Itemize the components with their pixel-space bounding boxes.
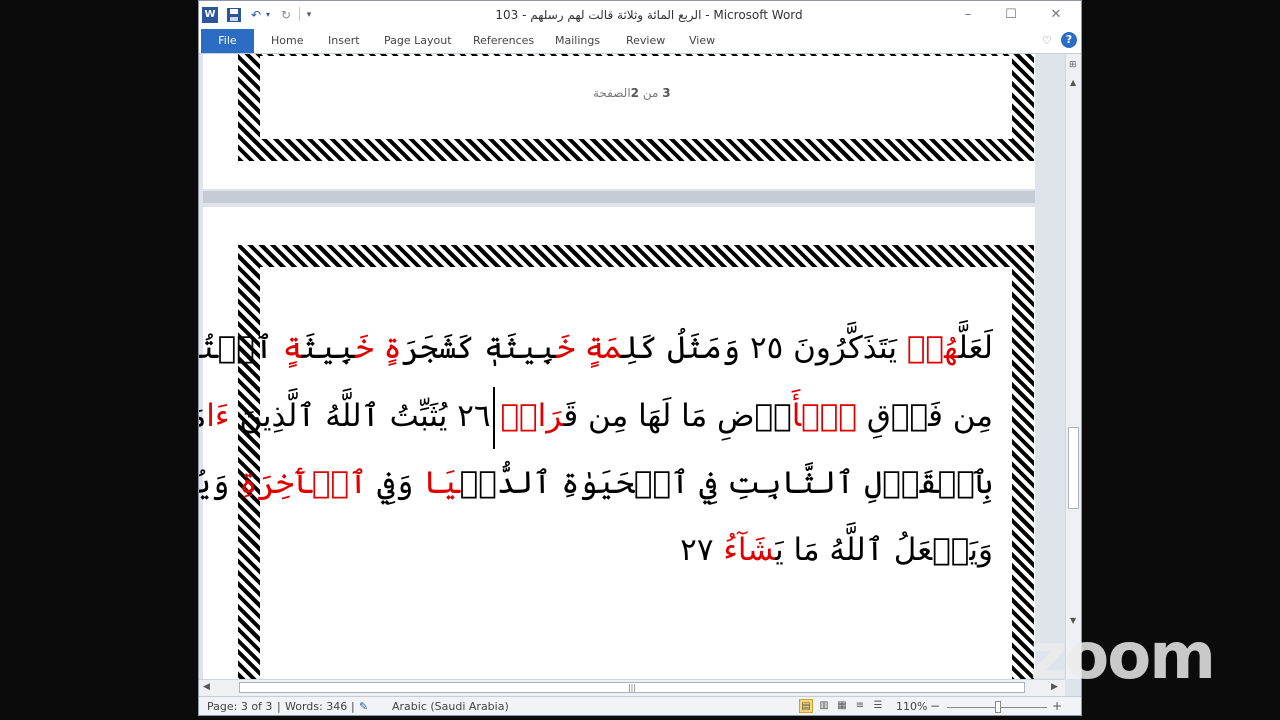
word-count-status[interactable]: Words: 346 <box>285 700 347 713</box>
vertical-scrollbar[interactable]: ⊞ ▲ ▼ <box>1065 54 1081 679</box>
zoom-level[interactable]: 110% <box>896 700 927 713</box>
scroll-up-icon[interactable]: ▲ <box>1070 78 1076 87</box>
highlighted-text-segment: ةٍ <box>282 330 302 366</box>
document-area[interactable]: 3 من 2الصفحة لَعَلَّهُمۡ يَتَذَكَّرُونَ … <box>199 54 1065 679</box>
text-segment: مِن فَوۡقِ <box>857 398 993 434</box>
highlighted-text-segment: شَآءُ <box>723 532 776 568</box>
highlighted-text-segment: ٱلۡأٓخِرَةِ <box>239 465 368 501</box>
minimize-button[interactable]: – <box>951 5 985 25</box>
page-gap <box>203 191 1035 203</box>
quran-line-2[interactable]: مِن فَوۡقِ ٱلۡأَرۡضِ مَا لَهَا مِن قَرَا… <box>199 398 993 434</box>
scroll-left-icon[interactable]: ◀ <box>203 682 210 692</box>
quran-line-4[interactable]: وَيَفۡعَلُ ٱللَّهُ مَا يَشَآءُ ٢٧ <box>283 532 993 568</box>
text-segment: ٢٧ <box>680 532 724 568</box>
vertical-scroll-thumb[interactable] <box>1068 427 1079 509</box>
word-logo-icon[interactable]: W <box>202 7 218 23</box>
status-divider: | <box>277 700 281 713</box>
word-window: W ↶ ▾ ↻ ▾ الربع المائة وثلاثة قالت لهم ر… <box>198 0 1082 716</box>
tab-file[interactable]: File <box>201 29 254 53</box>
highlighted-text-segment: يَا <box>423 465 460 501</box>
highlighted-text-segment: رَارٖ <box>500 398 564 434</box>
footer-total-pages: 2 <box>630 86 640 100</box>
text-segment: بِيثَ <box>301 330 356 366</box>
text-segment: رۡضِ مَا لَهَا مِن قَ <box>563 398 792 434</box>
zoom-out-button[interactable]: − <box>930 699 940 713</box>
tab-page-layout[interactable]: Page Layout <box>384 34 452 47</box>
text-segment: بِٱلۡقَوۡلِ ٱلثَّابِتِ فِي ٱلۡحَيَوٰةِ ٱ… <box>459 465 993 501</box>
footer-page-number: 3 <box>662 86 671 100</box>
redo-icon[interactable]: ↻ <box>279 7 293 23</box>
help-icon[interactable]: ? <box>1061 32 1077 48</box>
highlighted-text-segment: ءَا <box>206 398 230 434</box>
maximize-button[interactable]: ☐ <box>994 5 1028 25</box>
print-layout-view-icon[interactable]: ▤ <box>799 699 813 713</box>
zoom-in-button[interactable]: + <box>1052 699 1062 713</box>
text-cursor <box>493 387 495 449</box>
page-2: 3 من 2الصفحة <box>203 54 1035 189</box>
text-segment: ٱجۡتُثَّتۡ <box>199 330 273 366</box>
horizontal-scrollbar[interactable]: ◀ ||| ▶ <box>199 679 1065 696</box>
footer-page-word: الصفحة <box>593 86 631 100</box>
document-title: الربع المائة وثلاثة قالت لهم رسلهم - 103… <box>495 8 803 22</box>
outline-view-icon[interactable]: ≡ <box>853 699 867 713</box>
text-segment: وَيَفۡعَلُ ٱللَّهُ مَا يَ <box>775 532 993 568</box>
text-segment: يَتَذَكَّرُونَ ٢٥ وَمَثَلُ كَلِ <box>621 330 907 366</box>
tab-home[interactable]: Home <box>271 34 303 47</box>
quran-line-1[interactable]: لَعَلَّهُمۡ يَتَذَكَّرُونَ ٢٥ وَمَثَلُ ك… <box>199 330 993 366</box>
text-segment: وَيُضِلُّ ٱللَّهُ ٱلظَّٰلِمِينَۚ <box>199 465 230 501</box>
horizontal-scroll-thumb[interactable]: ||| <box>239 682 1025 693</box>
highlighted-text-segment: ٱلۡأَ <box>791 398 857 434</box>
text-segment: لَعَلَّ <box>958 330 993 366</box>
customize-toolbar-icon[interactable]: ▾ <box>304 7 314 23</box>
tab-review[interactable]: Review <box>626 34 665 47</box>
highlighted-text-segment: هُمۡ <box>906 330 959 366</box>
highlighted-text-segment: ةٍ خَ <box>355 330 402 366</box>
web-layout-icon[interactable]: ▦ <box>835 699 849 713</box>
language-status[interactable]: Arabic (Saudi Arabia) <box>392 700 509 713</box>
tab-view[interactable]: View <box>689 34 715 47</box>
footer-of: من <box>642 86 659 100</box>
full-screen-reading-icon[interactable]: ▥ <box>817 699 831 713</box>
undo-icon[interactable]: ↶ <box>249 7 263 23</box>
title-bar: W ↶ ▾ ↻ ▾ الربع المائة وثلاثة قالت لهم ر… <box>199 1 1081 29</box>
ruler-toggle-icon[interactable]: ⊞ <box>1069 60 1077 70</box>
ribbon-tabs: File Home Insert Page Layout References … <box>199 29 1081 54</box>
tab-mailings[interactable]: Mailings <box>555 34 600 47</box>
page-3: لَعَلَّهُمۡ يَتَذَكَّرُونَ ٢٥ وَمَثَلُ ك… <box>199 207 1035 679</box>
quran-line-3[interactable]: بِٱلۡقَوۡلِ ٱلثَّابِتِ فِي ٱلۡحَيَوٰةِ ٱ… <box>199 465 993 501</box>
proofing-icon[interactable]: ✎ <box>359 700 368 713</box>
close-button[interactable]: ✕ <box>1039 5 1073 25</box>
undo-dropdown-icon[interactable]: ▾ <box>264 7 272 23</box>
highlighted-text-segment: مَةٍ خَ <box>556 330 622 366</box>
tab-references[interactable]: References <box>473 34 534 47</box>
zoom-watermark-logo: zoom <box>1030 620 1216 694</box>
expand-ribbon-icon[interactable]: ♡ <box>1042 34 1052 47</box>
draft-view-icon[interactable]: ☰ <box>871 699 885 713</box>
page-border <box>238 245 1034 679</box>
toolbar-divider <box>299 7 300 21</box>
text-segment: بِيثَةٖ كَشَجَرَ <box>401 330 557 366</box>
status-bar: Page: 3 of 3 | Words: 346 | ✎ Arabic (Sa… <box>199 696 1081 715</box>
save-icon[interactable] <box>226 7 242 23</box>
text-segment: وَفِي <box>367 465 424 501</box>
status-divider: | <box>351 700 355 713</box>
page-border <box>238 54 1034 161</box>
page-count-status[interactable]: Page: 3 of 3 <box>207 700 272 713</box>
tab-insert[interactable]: Insert <box>328 34 360 47</box>
text-segment: ٢٦ يُثَبِّتُ ٱللَّهُ ٱلَّذِينَ <box>229 398 501 434</box>
zoom-slider-knob[interactable] <box>995 701 1001 713</box>
page-footer: 3 من 2الصفحة <box>593 86 671 100</box>
